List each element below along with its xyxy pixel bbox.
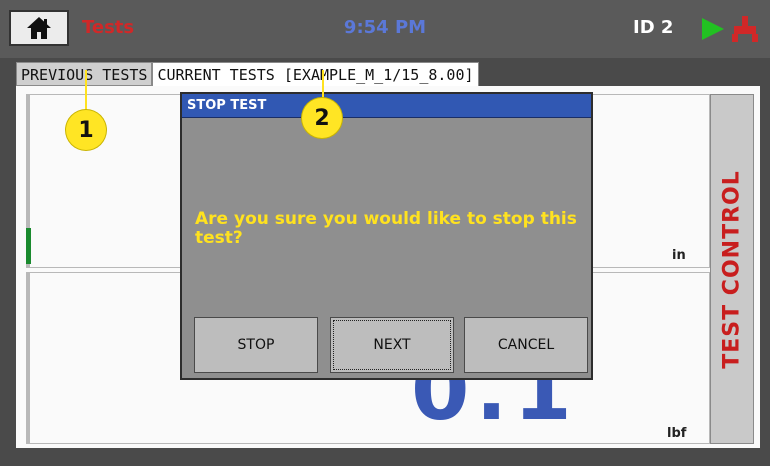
dialog-message: Are you sure you would like to stop this… [195,209,577,248]
callout-2: 2 [302,98,342,138]
callout-1-line [85,70,87,112]
load-unit: lbf [667,426,687,441]
callout-2-line [322,70,324,100]
test-control-button[interactable]: TEST CONTROL [710,94,754,444]
test-control-label: TEST CONTROL [719,169,745,369]
callout-1: 1 [66,110,106,150]
stop-button[interactable]: STOP [194,317,318,373]
header-bar: Tests 9:54 PM ID 2 [0,0,770,58]
next-button[interactable]: NEXT [330,317,454,373]
displacement-unit: in [672,248,686,263]
plug-icon[interactable] [730,14,760,44]
device-id: ID 2 [633,17,674,38]
dialog-title: STOP TEST [187,98,267,113]
play-icon[interactable] [700,16,726,42]
tab-current-tests[interactable]: CURRENT TESTS [EXAMPLE_M_1/15_8.00] [152,62,479,86]
status-indicator [26,228,31,264]
cancel-button[interactable]: CANCEL [464,317,588,373]
dialog-title-bar: STOP TEST [182,94,591,118]
stop-test-dialog: STOP TEST Are you sure you would like to… [180,92,593,380]
